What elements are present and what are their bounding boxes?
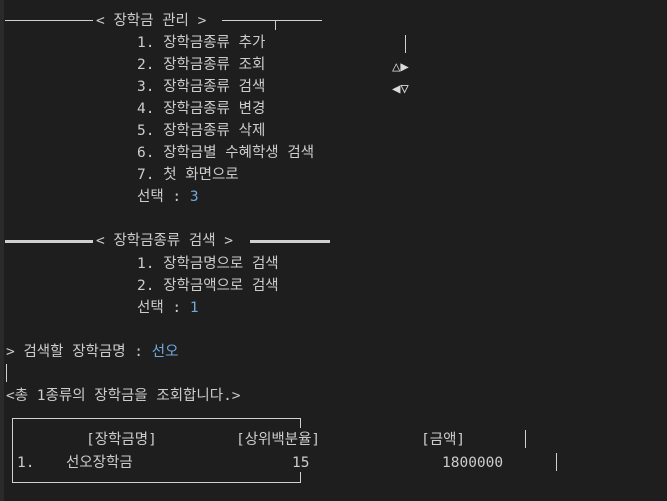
arrow-up-right-icon: △▶ xyxy=(392,59,409,75)
menu1-item-2: 2. 장학금종류 조회 xyxy=(137,57,266,73)
cursor-bar-left xyxy=(6,364,7,382)
menu1-item-4: 4. 장학금종류 변경 xyxy=(137,101,266,117)
arrow-left-down-icon: ◀▽ xyxy=(392,81,409,97)
menu2-select-label: 선택 : xyxy=(137,300,190,316)
menu1-item-3: 3. 장학금종류 검색 xyxy=(137,79,266,95)
menu1-select-value: 3 xyxy=(189,189,199,205)
row-percent: 15 xyxy=(292,455,310,471)
menu1-select-label: 선택 : xyxy=(137,189,190,205)
table-left-border xyxy=(12,418,13,482)
menu1-item-5: 5. 장학금종류 삭제 xyxy=(137,123,266,139)
row-name: 선오장학금 xyxy=(66,455,133,471)
table-right-border-top xyxy=(300,418,301,428)
menu1-select: 선택 : 3 xyxy=(137,187,199,207)
header-name: [장학금명] xyxy=(86,432,157,448)
menu2-rule-right xyxy=(250,240,330,243)
header-percent: [상위백분율] xyxy=(236,432,321,448)
summary-text: <총 1종류의 장학금을 조회합니다.> xyxy=(6,388,241,404)
cursor-bar-top xyxy=(405,35,406,53)
row-end-bar xyxy=(556,453,557,471)
table-bottom-border xyxy=(12,482,301,483)
table-top-border xyxy=(12,418,301,419)
menu1-item-7: 7. 첫 화면으로 xyxy=(137,167,239,183)
menu1-rule-right xyxy=(222,20,322,21)
menu1-title: < 장학금 관리 > xyxy=(96,13,207,29)
menu1-rule-tick xyxy=(275,20,276,30)
menu1-item-1: 1. 장학금종류 추가 xyxy=(137,35,266,51)
menu2-title: < 장학금종류 검색 > xyxy=(96,233,234,249)
menu2-item-2: 2. 장학금액으로 검색 xyxy=(137,278,279,294)
menu2-select-value: 1 xyxy=(189,300,199,316)
header-amount: [금액] xyxy=(421,432,466,448)
terminal-left-edge xyxy=(0,0,4,501)
menu1-rule-left xyxy=(5,20,93,21)
search-input-value: 선오 xyxy=(151,344,179,360)
menu2-select: 선택 : 1 xyxy=(137,298,199,318)
row-number: 1. xyxy=(17,455,35,471)
row-amount: 1800000 xyxy=(442,455,504,471)
menu2-item-1: 1. 장학금명으로 검색 xyxy=(137,256,279,272)
menu1-item-6: 6. 장학금별 수혜학생 검색 xyxy=(137,145,315,161)
search-prompt: > 검색할 장학금명 : 선오 xyxy=(6,342,178,362)
menu2-rule-left xyxy=(5,240,93,243)
header-end-bar xyxy=(525,430,526,448)
table-right-border-bottom xyxy=(300,472,301,482)
search-prompt-label: > 검색할 장학금명 : xyxy=(6,344,152,360)
